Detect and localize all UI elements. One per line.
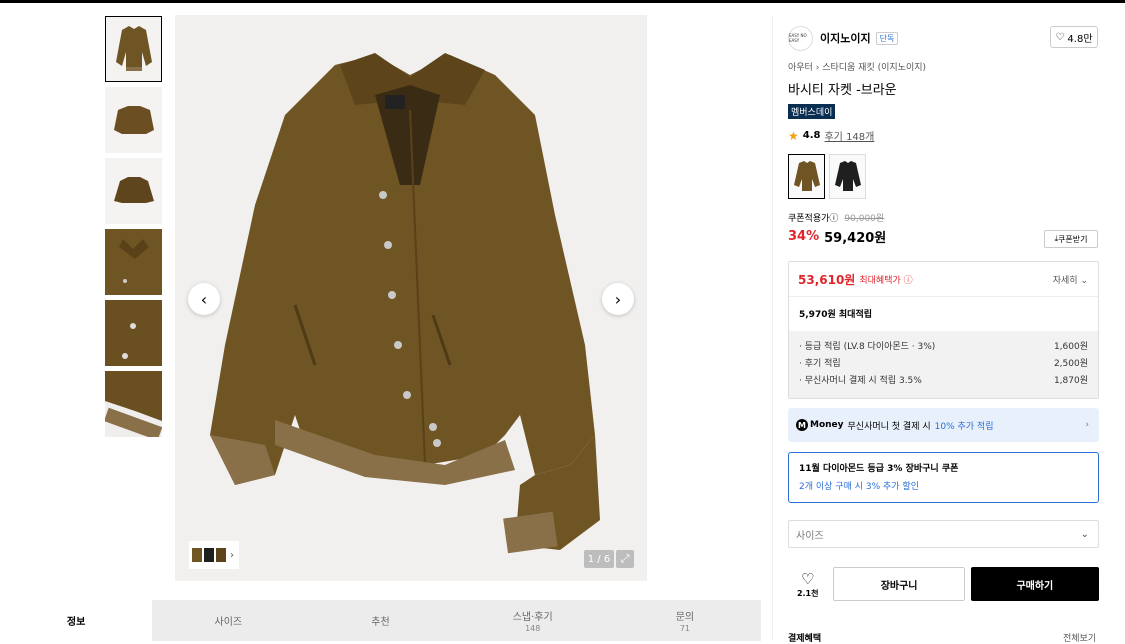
chevron-down-icon: ⌄ — [1080, 528, 1089, 540]
money-text: 무신사머니 첫 결제 시 — [847, 421, 931, 432]
thumbnail-6[interactable] — [105, 371, 162, 437]
musinsa-money-banner[interactable]: M Money 무신사머니 첫 결제 시 10% 추가 적립 › — [788, 408, 1099, 442]
mini-thumbs — [192, 548, 226, 562]
members-day-badge: 멤버스데이 — [788, 104, 836, 119]
benefit-detail-toggle[interactable]: 자세히 ⌄ — [1053, 273, 1088, 286]
tab-label: 문의 — [675, 612, 695, 623]
image-preview-strip[interactable]: › — [189, 541, 239, 569]
chevron-right-icon: › — [1085, 420, 1089, 430]
thumbnail-3[interactable] — [105, 158, 162, 224]
breadcrumb: 아우터 › 스타디움 재킷 (이지노이지) — [788, 60, 1112, 73]
tab-label: 사이즈 — [214, 617, 243, 628]
thumbnail-5[interactable] — [105, 300, 162, 366]
sale-price: 59,420원 — [824, 231, 887, 246]
coupon-price-label: 쿠폰적용가ⓘ — [788, 214, 839, 224]
rating-value: 4.8 — [802, 130, 821, 141]
benefit-panel: 53,610원 최대혜택가 ⓘ 자세히 ⌄ 5,970원 최대적립 · 등급 적… — [788, 261, 1099, 399]
thumbnail-4[interactable] — [105, 229, 162, 295]
accrual-value: 1,600원 — [1053, 342, 1088, 352]
info-icon[interactable]: ⓘ — [904, 276, 913, 286]
payment-benefit-all-link[interactable]: 전체보기 — [1063, 631, 1096, 644]
product-title: 바시티 자켓 -브라운 — [788, 83, 897, 98]
purchase-row: ♡ 2.1천 장바구니 구매하기 — [788, 567, 1099, 601]
mini-chevron-icon: › — [230, 549, 234, 561]
tab-label: 정보 — [66, 617, 86, 628]
tab-label: 추천 — [371, 617, 390, 628]
payment-benefit-title: 결제혜택 — [788, 634, 822, 644]
cart-coupon-title: 11월 다이아몬드 등급 3% 장바구니 쿠폰 — [799, 464, 959, 474]
thumbnail-1[interactable] — [105, 16, 162, 82]
original-price: 90,000원 — [844, 214, 885, 224]
expand-icon[interactable]: ⤢ — [616, 550, 634, 568]
breadcrumb-item[interactable]: 스타디움 재킷 (이지노이지) — [822, 63, 926, 73]
accrual-value: 2,500원 — [1053, 359, 1088, 369]
chevron-right-icon: › — [614, 289, 622, 309]
thumbnail-list — [105, 16, 163, 442]
money-m-icon: M — [796, 419, 808, 431]
color-options — [788, 154, 1112, 199]
tab-reviews[interactable]: 스냅·후기 148 — [457, 600, 609, 641]
next-image-button[interactable]: › — [602, 283, 634, 315]
brand-logo[interactable]: EASY NO EASY — [788, 25, 813, 51]
color-option-black[interactable] — [829, 154, 866, 199]
money-logo: M Money — [796, 419, 844, 431]
top-border — [0, 0, 1125, 3]
accrual-line: · 후기 적립 2,500원 — [799, 356, 1088, 373]
tab-recommend[interactable]: 추천 — [304, 600, 456, 641]
tab-info[interactable]: 정보 — [0, 600, 153, 641]
tab-size[interactable]: 사이즈 — [152, 600, 304, 641]
tab-count: 71 — [679, 624, 690, 633]
size-select-placeholder: 사이즈 — [796, 530, 824, 542]
money-highlight: 10% 추가 적립 — [934, 421, 994, 432]
prev-image-button[interactable]: ‹ — [188, 283, 220, 315]
tab-inquiry[interactable]: 문의 71 — [609, 600, 761, 641]
like-count: 4.8만 — [1067, 33, 1093, 45]
rating-row: ★ 4.8 후기 148개 — [788, 128, 1112, 144]
product-main-image — [175, 15, 647, 581]
add-to-cart-button[interactable]: 장바구니 — [833, 567, 965, 601]
accrual-breakdown: · 등급 적립 (LV.8 다이아몬드 · 3%) 1,600원 · 후기 적립 2… — [789, 331, 1098, 398]
wishlist-button[interactable]: ♡ 2.1천 — [788, 570, 827, 599]
tab-label: 스냅·후기 — [512, 612, 553, 623]
max-benefit-price: 53,610원 — [798, 272, 856, 287]
size-select[interactable]: 사이즈 ⌄ — [788, 520, 1099, 548]
accrual-label: · 후기 적립 — [799, 359, 841, 369]
reviews-link[interactable]: 후기 148개 — [824, 128, 874, 143]
discount-rate: 34% — [788, 229, 820, 244]
chevron-left-icon: ‹ — [200, 289, 208, 309]
heart-icon: ♡ — [801, 569, 815, 588]
image-counter: 1 / 6 — [584, 550, 614, 568]
cart-coupon-sub: 2개 이상 구매 시 3% 추가 할인 — [799, 482, 919, 492]
get-coupon-button[interactable]: ⤓ 쿠폰받기 — [1044, 230, 1098, 248]
accrual-value: 1,870원 — [1053, 376, 1088, 386]
accrual-line: · 등급 적립 (LV.8 다이아몬드 · 3%) 1,600원 — [799, 339, 1088, 356]
max-benefit-label: 최대혜택가 ⓘ — [859, 275, 913, 286]
chevron-down-icon: ⌄ — [1080, 276, 1088, 286]
like-button[interactable]: ♡ 4.8만 — [1050, 26, 1098, 48]
exclusive-tag: 단독 — [875, 31, 899, 45]
star-icon: ★ — [788, 128, 799, 143]
coupon-price-label-row: 쿠폰적용가ⓘ 90,000원 — [788, 211, 1112, 224]
heart-icon: ♡ — [1055, 31, 1065, 43]
accrual-label: · 등급 적립 (LV.8 다이아몬드 · 3%) — [799, 342, 936, 352]
wish-count: 2.1천 — [796, 588, 819, 598]
info-icon[interactable]: ⓘ — [829, 214, 838, 224]
color-option-brown[interactable] — [788, 154, 825, 199]
get-coupon-label: 쿠폰받기 — [1058, 234, 1088, 244]
product-info-panel: EASY NO EASY 이지노이지 단독 ♡ 4.8만 아우터 › 스타디움 … — [772, 16, 1112, 644]
max-accrual: 5,970원 최대적립 — [799, 310, 873, 320]
buy-now-button[interactable]: 구매하기 — [970, 567, 1099, 601]
accrual-label: · 무신사머니 결제 시 적립 3.5% — [799, 376, 922, 386]
cart-coupon-box[interactable]: 11월 다이아몬드 등급 3% 장바구니 쿠폰 2개 이상 구매 시 3% 추가… — [788, 452, 1099, 503]
breadcrumb-item[interactable]: 아우터 — [788, 63, 813, 73]
product-tabs: 정보 사이즈 추천 스냅·후기 148 문의 71 — [0, 600, 761, 641]
max-benefit-row: 53,610원 최대혜택가 ⓘ 자세히 ⌄ — [789, 262, 1098, 297]
tab-count: 148 — [525, 624, 541, 633]
accrual-line: · 무신사머니 결제 시 적립 3.5% 1,870원 — [799, 373, 1088, 390]
thumbnail-2[interactable] — [105, 87, 162, 153]
brand-name[interactable]: 이지노이지 — [820, 30, 871, 46]
